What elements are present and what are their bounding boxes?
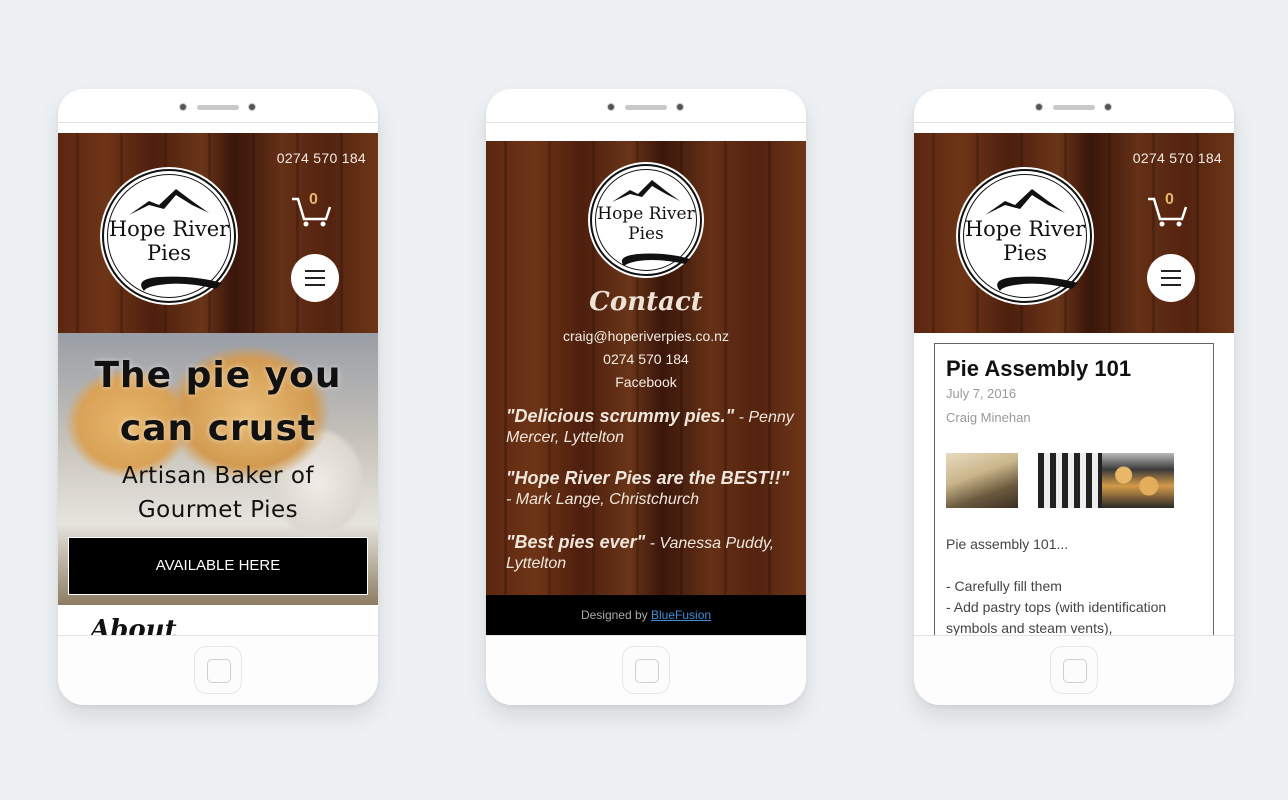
- post-author: Craig Minehan: [946, 410, 1031, 425]
- phone-bottom-bezel: [914, 635, 1234, 705]
- camera-dot: [607, 103, 615, 111]
- sensor-dot: [676, 103, 684, 111]
- home-button[interactable]: [1050, 646, 1098, 694]
- phone-top-bezel: [58, 89, 378, 123]
- testimonial: "Best pies ever" - Vanessa Puddy, Lyttel…: [506, 532, 775, 572]
- logo-text-line2: Pies: [1002, 241, 1048, 265]
- logo-text-line2: Pies: [628, 224, 664, 244]
- post-body: Pie assembly 101... - Carefully fill the…: [946, 536, 1167, 635]
- logo-text-line2: Pies: [146, 241, 192, 265]
- post-date: July 7, 2016: [946, 386, 1017, 401]
- testimonial: "Hope River Pies are the BEST!!" - Mark L…: [506, 468, 790, 508]
- home-button[interactable]: [622, 646, 670, 694]
- logo-text-line1: Hope River: [964, 217, 1086, 241]
- site-logo[interactable]: Hope River Pies: [590, 164, 702, 276]
- contact-phone-link[interactable]: 0274 570 184: [486, 351, 806, 367]
- phone-bottom-bezel: [58, 635, 378, 705]
- camera-dot: [179, 103, 187, 111]
- bluefusion-link[interactable]: BlueFusion: [651, 608, 711, 622]
- camera-dot: [1035, 103, 1043, 111]
- screen-home: 0274 570 184 Hope River Pies 0 The pie y…: [58, 133, 378, 635]
- screen-blog: 0274 570 184 Hope River Pies 0 Pie Assem…: [914, 133, 1234, 635]
- hamburger-menu-button[interactable]: [291, 254, 339, 302]
- facebook-link[interactable]: Facebook: [486, 374, 806, 390]
- speaker-slot: [197, 105, 239, 110]
- phone-mockup-blog: 0274 570 184 Hope River Pies 0 Pie Assem…: [914, 89, 1234, 705]
- post-title[interactable]: Pie Assembly 101: [946, 356, 1131, 382]
- speaker-slot: [1053, 105, 1095, 110]
- site-logo[interactable]: Hope River Pies: [102, 169, 236, 303]
- cart-count-badge: 0: [1165, 191, 1174, 208]
- phone-top-bezel: [914, 89, 1234, 123]
- phone-mockup-home: 0274 570 184 Hope River Pies 0 The pie y…: [58, 89, 378, 705]
- cart-button[interactable]: 0: [290, 191, 332, 227]
- hero-subtitle: Artisan Baker of Gourmet Pies: [121, 463, 315, 523]
- screen-contact: Hope River Pies Contact craig@hoperiverp…: [486, 133, 806, 635]
- sensor-dot: [248, 103, 256, 111]
- footer-credit-text: Designed by: [580, 608, 651, 622]
- site-header: 0274 570 184 Hope River Pies 0: [58, 133, 378, 333]
- available-here-button[interactable]: AVAILABLE HERE: [68, 537, 368, 595]
- about-heading: About: [90, 615, 177, 635]
- blog-post-card: Pie Assembly 101 July 7, 2016 Craig Mine…: [934, 343, 1214, 635]
- testimonial: "Delicious scrummy pies." - Penny Mercer…: [506, 406, 794, 446]
- header-phone-number[interactable]: 0274 570 184: [1133, 150, 1222, 166]
- hero-title: The pie you can crust: [94, 355, 342, 449]
- cart-count-badge: 0: [309, 191, 318, 208]
- home-button[interactable]: [194, 646, 242, 694]
- speaker-slot: [625, 105, 667, 110]
- contact-heading: Contact: [589, 287, 703, 317]
- post-image-thumbnail[interactable]: [946, 453, 1018, 508]
- contact-email-link[interactable]: craig@hoperiverpies.co.nz: [486, 328, 806, 344]
- post-image-thumbnail[interactable]: [1038, 453, 1110, 508]
- cart-button[interactable]: 0: [1146, 191, 1188, 227]
- logo-text-line1: Hope River: [597, 204, 695, 224]
- contact-section: Hope River Pies Contact craig@hoperiverp…: [486, 141, 806, 595]
- site-logo[interactable]: Hope River Pies: [958, 169, 1092, 303]
- phone-mockup-contact: Hope River Pies Contact craig@hoperiverp…: [486, 89, 806, 705]
- logo-text-line1: Hope River: [108, 217, 230, 241]
- phone-top-bezel: [486, 89, 806, 123]
- site-header: 0274 570 184 Hope River Pies 0: [914, 133, 1234, 333]
- hero-banner: The pie you can crust Artisan Baker of G…: [58, 333, 378, 605]
- hamburger-menu-button[interactable]: [1147, 254, 1195, 302]
- post-image-thumbnail[interactable]: [1102, 453, 1174, 508]
- header-phone-number[interactable]: 0274 570 184: [277, 150, 366, 166]
- phone-bottom-bezel: [486, 635, 806, 705]
- site-footer: Designed by BlueFusion: [486, 595, 806, 635]
- sensor-dot: [1104, 103, 1112, 111]
